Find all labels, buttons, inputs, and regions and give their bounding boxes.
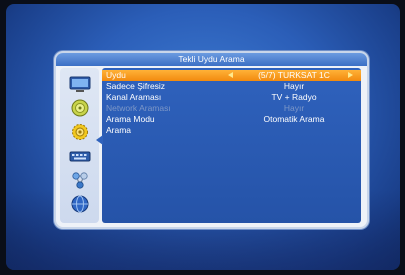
row-value: (5/7) TURKSAT 1C xyxy=(258,70,330,80)
tv-screen: Tekli Uydu Arama Uydu (5/7) TURKSAT 1C S… xyxy=(6,4,400,270)
row-value: Hayır xyxy=(283,103,305,113)
row-label: Arama Modu xyxy=(106,114,155,124)
row-value: TV + Radyo xyxy=(271,92,317,102)
row-label: Kanal Araması xyxy=(106,92,162,102)
row-search-mode[interactable]: Arama Modu Otomatik Arama xyxy=(102,114,361,125)
dialog-title: Tekli Uydu Arama xyxy=(56,53,367,66)
row-channel-search[interactable]: Kanal Araması TV + Radyo xyxy=(102,92,361,103)
globe-icon[interactable] xyxy=(68,194,92,214)
settings-gear-icon[interactable] xyxy=(68,122,92,142)
active-section-pointer xyxy=(96,135,103,145)
row-network-search: Network Araması Hayır xyxy=(102,103,361,114)
arrow-left-icon[interactable] xyxy=(228,72,233,78)
tv-icon[interactable] xyxy=(68,74,92,94)
row-start-search[interactable]: Arama xyxy=(102,125,361,136)
row-label: Network Araması xyxy=(106,103,171,113)
single-satellite-search-dialog: Tekli Uydu Arama Uydu (5/7) TURKSAT 1C S… xyxy=(54,51,369,229)
row-label: Uydu xyxy=(106,70,126,80)
row-label: Arama xyxy=(106,125,132,135)
network-icon[interactable] xyxy=(68,170,92,190)
row-free-only[interactable]: Sadece Şifresiz Hayır xyxy=(102,81,361,92)
row-satellite[interactable]: Uydu (5/7) TURKSAT 1C xyxy=(102,70,361,81)
keyboard-icon[interactable] xyxy=(68,146,92,166)
menu-sidebar xyxy=(60,68,99,223)
tv-bezel: Tekli Uydu Arama Uydu (5/7) TURKSAT 1C S… xyxy=(0,0,405,275)
settings-panel: Uydu (5/7) TURKSAT 1C Sadece Şifresiz Ha… xyxy=(102,68,361,223)
row-value: Otomatik Arama xyxy=(263,114,325,124)
arrow-right-icon[interactable] xyxy=(348,72,353,78)
satellite-dish-icon[interactable] xyxy=(68,98,92,118)
row-label: Sadece Şifresiz xyxy=(106,81,166,91)
row-value: Hayır xyxy=(283,81,305,91)
